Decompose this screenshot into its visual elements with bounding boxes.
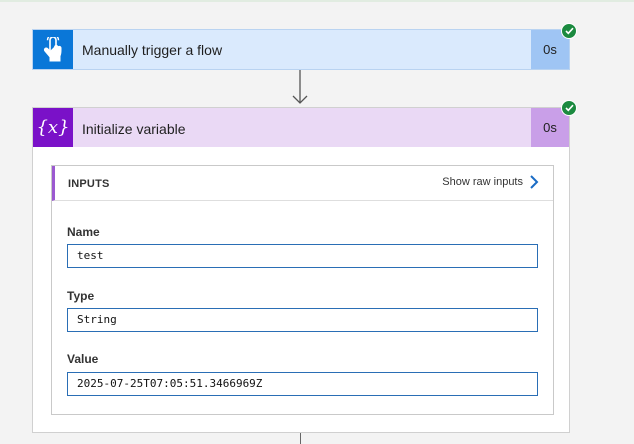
variable-icon: {𝑥} [33, 108, 73, 147]
success-check-icon [561, 100, 577, 116]
top-divider [0, 0, 634, 2]
show-raw-inputs-label: Show raw inputs [442, 176, 523, 188]
field-value-name[interactable]: test [67, 244, 538, 268]
inputs-heading: INPUTS [68, 178, 110, 190]
inputs-panel-header: INPUTS Show raw inputs [52, 166, 553, 201]
show-raw-inputs-link[interactable]: Show raw inputs [442, 174, 539, 190]
trigger-card[interactable]: Manually trigger a flow 0s [32, 29, 570, 70]
field-label-type: Type [67, 289, 95, 303]
touch-hand-icon [33, 30, 73, 69]
field-value-value[interactable]: 2025-07-25T07:05:51.3466969Z [67, 372, 538, 396]
field-label-name: Name [67, 225, 100, 239]
field-label-value: Value [67, 352, 99, 366]
connector-arrow-icon [292, 70, 308, 104]
field-value-type[interactable]: String [67, 308, 538, 332]
initialize-variable-card: {𝑥} Initialize variable 0s INPUTS Show r… [32, 107, 570, 433]
connector-line [300, 433, 301, 444]
inputs-panel: INPUTS Show raw inputs Name test Type St… [51, 165, 554, 415]
trigger-title: Manually trigger a flow [82, 42, 223, 58]
success-check-icon [561, 23, 577, 39]
variable-title: Initialize variable [82, 121, 186, 137]
variable-card-header[interactable]: {𝑥} Initialize variable 0s [33, 108, 569, 147]
chevron-right-icon [530, 175, 539, 189]
